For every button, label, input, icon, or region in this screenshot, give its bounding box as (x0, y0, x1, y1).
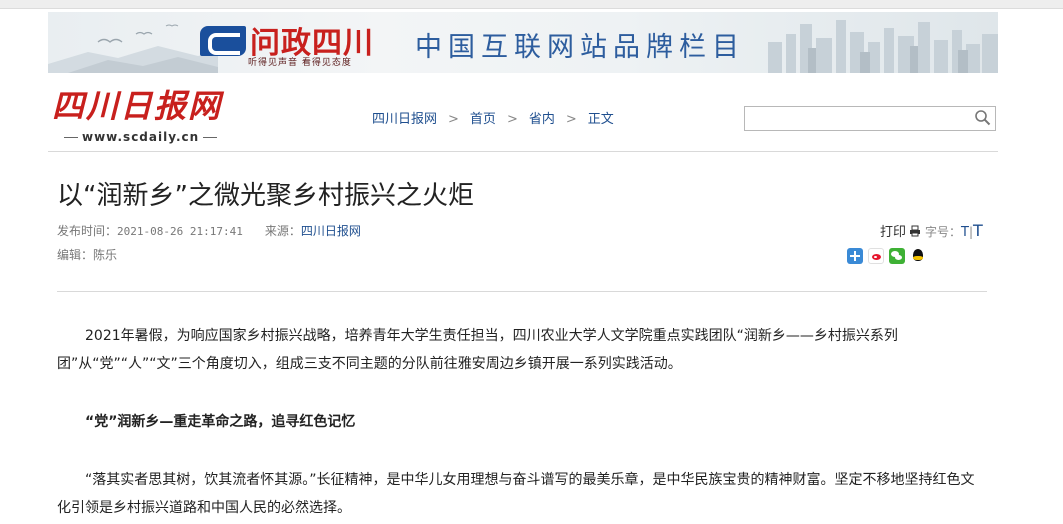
print-button[interactable]: 打印 (880, 225, 906, 240)
breadcrumb-separator: > (565, 112, 577, 127)
font-size-label: 字号： (925, 225, 962, 239)
breadcrumb-separator: > (448, 112, 459, 127)
editor-label: 编辑： (57, 248, 94, 262)
site-logo-url: www.scdaily.cn (60, 130, 221, 144)
article-tools: 打印 字号：T|T (880, 221, 983, 240)
breadcrumb-home[interactable]: 首页 (470, 112, 496, 127)
article-editor: 编辑：陈乐 (57, 246, 117, 263)
source-label: 来源： (264, 224, 301, 238)
publish-time-label: 发布时间： (57, 224, 118, 238)
site-logo-name: 四川日报网 (52, 87, 223, 125)
wenzheng-sichuan-banner[interactable]: 问政四川 听得见声音 看得见态度 中国互联网站品牌栏目 (48, 12, 998, 73)
site-logo[interactable]: 四川日报网 www.scdaily.cn (52, 87, 223, 144)
browser-top-strip (0, 0, 1063, 9)
weibo-icon[interactable] (868, 248, 884, 264)
breadcrumb-scdaily[interactable]: 四川日报网 (372, 112, 437, 127)
breadcrumb-current: 正文 (587, 112, 614, 127)
article-paragraph: “落其实者思其树，饮其流者怀其源。”长征精神，是中华儿女用理想与奋斗谱写的最美乐… (57, 472, 975, 516)
search-input[interactable] (749, 107, 973, 131)
qq-icon[interactable] (910, 248, 926, 264)
search-icon[interactable] (974, 109, 992, 127)
print-icon[interactable] (909, 225, 921, 237)
share-bar (847, 248, 931, 267)
article-subheading: “党”润新乡—重走革命之路，追寻红色记忆 (85, 414, 356, 430)
wenzheng-logo-icon (200, 26, 246, 56)
breadcrumb: 四川日报网 > 首页 > 省内 > 正文 (372, 108, 614, 127)
breadcrumb-province[interactable]: 省内 (529, 112, 555, 127)
wechat-icon[interactable] (889, 248, 905, 264)
search-box (744, 106, 996, 131)
article-meta: 发布时间：2021-08-26 21:17:41 来源：四川日报网 (57, 222, 361, 239)
banner-slogan: 中国互联网站品牌栏目 (415, 32, 745, 63)
source-link[interactable]: 四川日报网 (301, 224, 361, 238)
article-paragraph: 2021年暑假，为响应国家乡村振兴战略，培养青年大学生责任担当，四川农业大学人文… (57, 328, 898, 372)
breadcrumb-separator: > (506, 112, 518, 127)
banner-subtitle: 听得见声音 看得见态度 (248, 58, 352, 68)
editor-name: 陈乐 (93, 248, 118, 262)
header-divider (48, 151, 998, 152)
font-size-small-button[interactable]: T (961, 225, 969, 240)
article-title: 以“润新乡”之微光聚乡村振兴之火炬 (57, 181, 474, 211)
font-size-large-button[interactable]: T (973, 221, 983, 240)
meta-divider (57, 291, 987, 292)
share-plus-icon[interactable] (847, 248, 863, 264)
publish-time: 2021-08-26 21:17:41 (117, 225, 243, 238)
